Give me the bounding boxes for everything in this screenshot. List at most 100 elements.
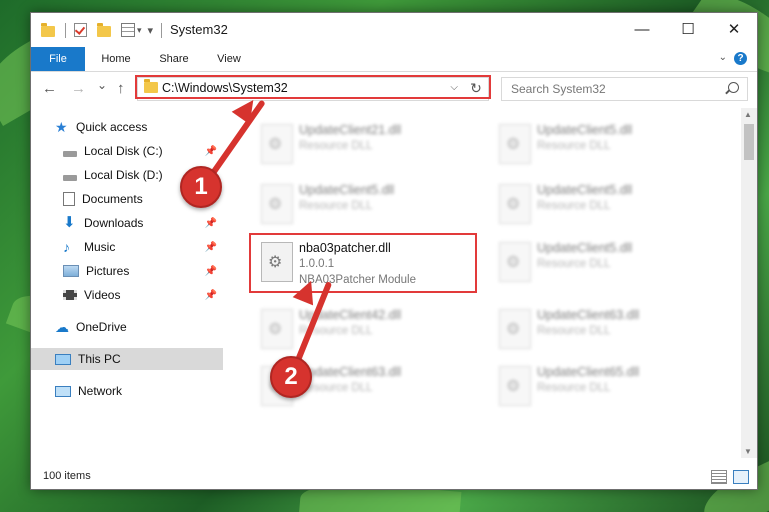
sidebar-item-videos[interactable]: Videos 📌 (31, 284, 223, 306)
music-icon: ♪ (63, 239, 70, 255)
minimize-button[interactable]: — (619, 13, 665, 45)
file-name: UpdateClient5.dll (299, 183, 395, 197)
sidebar-item-quick-access[interactable]: ★ Quick access (31, 116, 223, 138)
status-bar: 100 items (31, 465, 757, 489)
list-item[interactable]: UpdateClient42.dll Resource DLL (251, 303, 481, 357)
tab-home[interactable]: Home (91, 47, 141, 71)
sidebar-item-pictures[interactable]: Pictures 📌 (31, 260, 223, 282)
help-icon[interactable]: ? (734, 52, 747, 65)
list-item[interactable]: UpdateClient21.dll Resource DLL (251, 118, 481, 172)
dll-file-icon (499, 309, 531, 349)
computer-icon (55, 353, 71, 365)
dll-file-icon (499, 184, 531, 224)
search-box[interactable]: Search System32 (501, 77, 748, 101)
callout-badge-2: 2 (270, 356, 312, 398)
list-item[interactable]: UpdateClient5.dll Resource DLL (489, 236, 719, 290)
tab-view[interactable]: View (205, 47, 253, 71)
folder-icon (41, 23, 55, 37)
dll-file-icon (261, 124, 293, 164)
dll-file-icon (499, 242, 531, 282)
file-description: Resource DLL (537, 382, 611, 394)
view-properties-icon[interactable] (121, 23, 135, 37)
new-folder-icon[interactable] (97, 23, 111, 37)
sidebar-item-label: Local Disk (D:) (84, 168, 163, 182)
download-icon: ⬇ (63, 214, 76, 231)
sidebar-item-label: Documents (82, 192, 143, 206)
address-highlight-box (135, 75, 491, 99)
file-name: UpdateClient5.dll (537, 183, 633, 197)
navigation-pane: ★ Quick access Local Disk (C:) 📌 Local D… (31, 108, 226, 448)
file-description: Resource DLL (299, 140, 373, 152)
dll-file-icon (261, 309, 293, 349)
tab-file[interactable]: File (31, 47, 85, 71)
quick-access-toolbar: ▾ ▾ (41, 21, 163, 39)
title-bar: ▾ ▾ System32 — ☐ ✕ (31, 13, 757, 47)
cloud-icon: ☁ (55, 319, 69, 335)
tab-share[interactable]: Share (149, 47, 199, 71)
expand-ribbon-icon[interactable]: ⌄ (719, 52, 727, 63)
large-icons-view-icon[interactable] (733, 470, 749, 484)
list-item[interactable]: UpdateClient5.dll Resource DLL (489, 178, 719, 232)
file-name: UpdateClient5.dll (537, 123, 633, 137)
properties-check-icon[interactable] (74, 23, 87, 37)
close-button[interactable]: ✕ (711, 13, 757, 45)
sidebar-item-this-pc[interactable]: This PC (31, 348, 223, 370)
customize-toolbar-icon[interactable]: ▾ (148, 24, 154, 37)
toolbar-separator (65, 22, 66, 38)
list-item[interactable]: UpdateClient65.dll Resource DLL (489, 360, 719, 414)
file-description: Resource DLL (537, 258, 611, 270)
file-description: Resource DLL (537, 325, 611, 337)
chevron-down-icon[interactable]: ▾ (137, 25, 142, 36)
maximize-button[interactable]: ☐ (665, 13, 711, 45)
pin-icon[interactable]: 📌 (205, 242, 217, 253)
callout-badge-1: 1 (180, 166, 222, 208)
sidebar-item-downloads[interactable]: ⬇ Downloads 📌 (31, 212, 223, 234)
sidebar-item-label: Pictures (86, 264, 130, 278)
sidebar-item-music[interactable]: ♪ Music 📌 (31, 236, 223, 258)
search-input[interactable]: Search System32 (511, 82, 606, 96)
list-item[interactable]: UpdateClient63.dll Resource DLL (489, 303, 719, 357)
dll-file-icon (499, 124, 531, 164)
drive-icon (63, 174, 77, 181)
sidebar-item-label: OneDrive (76, 320, 127, 334)
file-name: UpdateClient63.dll (537, 308, 640, 322)
pictures-icon (63, 265, 79, 277)
sidebar-item-label: This PC (78, 352, 121, 366)
recent-locations-button[interactable]: ⌄ (97, 78, 107, 92)
details-view-icon[interactable] (711, 470, 727, 484)
scroll-up-icon[interactable]: ▲ (744, 110, 752, 119)
toolbar-separator (161, 22, 163, 38)
back-button[interactable]: ← (42, 80, 57, 97)
sidebar-item-network[interactable]: Network (31, 380, 223, 402)
list-item[interactable]: UpdateClient5.dll Resource DLL (489, 118, 719, 172)
file-name: UpdateClient65.dll (537, 365, 640, 379)
vertical-scrollbar[interactable]: ▲ ▼ (741, 108, 757, 458)
file-description: Resource DLL (537, 200, 611, 212)
window-title: System32 (170, 22, 228, 37)
scrollbar-thumb[interactable] (744, 124, 754, 160)
navigation-bar: ← → ⌄ ↑ C:\Windows\System32 ⌵ ↻ Search S… (31, 72, 757, 106)
search-icon[interactable] (728, 82, 739, 93)
forward-button[interactable]: → (71, 80, 86, 97)
up-button[interactable]: ↑ (117, 80, 125, 97)
network-icon (55, 385, 71, 397)
pin-icon[interactable]: 📌 (205, 146, 217, 157)
pin-icon[interactable]: 📌 (205, 218, 217, 229)
scroll-down-icon[interactable]: ▼ (744, 447, 752, 456)
sidebar-item-label: Quick access (76, 120, 148, 134)
file-explorer-window: ▾ ▾ System32 — ☐ ✕ File Home Share View … (30, 12, 758, 490)
star-icon: ★ (55, 119, 68, 135)
file-name: UpdateClient5.dll (537, 241, 633, 255)
pin-icon[interactable]: 📌 (205, 290, 217, 301)
item-count: 100 items (43, 470, 91, 482)
file-name: UpdateClient63.dll (299, 365, 402, 379)
documents-icon (63, 192, 75, 206)
ribbon-tabs: File Home Share View ⌄ ? (31, 47, 757, 72)
file-description: Resource DLL (537, 140, 611, 152)
sidebar-item-onedrive[interactable]: ☁ OneDrive (31, 316, 223, 338)
sidebar-item-label: Videos (84, 288, 121, 302)
sidebar-item-local-disk-c[interactable]: Local Disk (C:) 📌 (31, 140, 223, 162)
pin-icon[interactable]: 📌 (205, 266, 217, 277)
list-item[interactable]: UpdateClient5.dll Resource DLL (251, 178, 481, 232)
sidebar-item-label: Music (84, 240, 116, 254)
